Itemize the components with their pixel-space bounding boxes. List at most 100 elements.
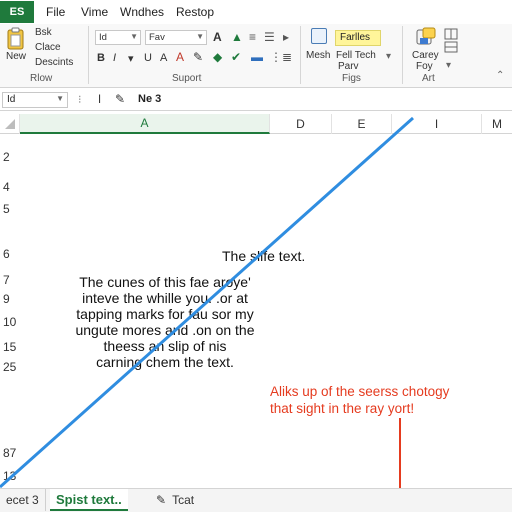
row-header[interactable]: 7 <box>0 273 20 287</box>
ribbon-separator <box>402 26 403 84</box>
mini-a-icon[interactable]: A <box>160 52 167 64</box>
ribbon-separator <box>300 26 301 84</box>
farlles-button[interactable]: Farlles <box>335 30 381 46</box>
name-box-value: Id <box>7 94 16 105</box>
menu-restop[interactable]: Restop <box>176 5 214 19</box>
font-name-value: Fav <box>149 32 165 43</box>
column-header-m[interactable]: M <box>482 114 512 134</box>
formula-pipe-icon[interactable]: ǀ <box>98 92 101 106</box>
font-style-value: Id <box>99 32 107 43</box>
sheet-tab-1[interactable]: ecet 3 <box>0 489 46 511</box>
app-badge: ES <box>0 1 34 23</box>
font-group-label: Suport <box>172 73 202 84</box>
indent-icon[interactable]: ≡ <box>249 30 256 44</box>
clipboard-icon <box>7 27 24 50</box>
chevron-down-icon: ▼ <box>130 32 138 41</box>
chevron-down-icon: ▼ <box>196 32 204 41</box>
fill-color-icon[interactable]: ◆ <box>213 50 222 64</box>
formula-edit-icon[interactable]: ✎ <box>115 92 125 106</box>
paragraph-line: ungute mores and .on on the <box>75 322 255 338</box>
paragraph-line: carning chem the text. <box>96 354 234 370</box>
annotation-text: Aliks up of the seerss chotogy that sigh… <box>270 383 500 417</box>
ribbon: New Bsk Clace Descints Rlow Id ▼ Fav ▼ A ▲… <box>0 24 512 88</box>
collapse-ribbon-icon[interactable]: ⌃ <box>496 70 504 81</box>
wrap-icon[interactable]: ⋮ <box>270 50 282 64</box>
italic-icon[interactable]: I <box>113 52 116 64</box>
fell-tech-button[interactable]: Fell Tech <box>336 50 376 61</box>
formula-input[interactable]: Ne 3 <box>138 93 161 105</box>
row-header[interactable]: 15 <box>0 340 20 354</box>
row-header[interactable]: 10 <box>0 315 20 329</box>
chevron-down-icon[interactable]: ▾ <box>446 60 451 71</box>
row-header[interactable]: 5 <box>0 202 20 216</box>
row-header[interactable]: 87 <box>0 446 20 460</box>
menu-view[interactable]: Vime <box>81 5 108 19</box>
list-icon[interactable]: ≣ <box>282 50 292 64</box>
sheet-grid[interactable]: The sllfe text. The cunes of this fae ar… <box>20 134 512 490</box>
name-box[interactable]: Id ▼ <box>2 92 68 108</box>
cell-side-text[interactable]: The sllfe text. <box>222 248 305 264</box>
column-header-e[interactable]: E <box>332 114 392 134</box>
carey-button[interactable]: Carey <box>412 50 439 61</box>
column-headers: A D E I M <box>0 114 512 134</box>
more-icon[interactable]: ▸ <box>283 30 289 44</box>
art-group-label: Art <box>422 73 435 84</box>
row-header[interactable]: 6 <box>0 247 20 261</box>
foy-button[interactable]: Foy <box>416 61 433 72</box>
mesh-button[interactable]: Mesh <box>306 50 330 61</box>
menu-windows[interactable]: Wndhes <box>120 5 164 19</box>
clipboard-group-label: Rlow <box>30 73 53 84</box>
align-icon[interactable]: ☰ <box>264 30 275 44</box>
bold-icon[interactable]: B <box>97 52 105 64</box>
row-header[interactable]: 2 <box>0 150 20 164</box>
pencil-icon: ✎ <box>156 493 167 507</box>
ribbon-separator <box>88 26 89 84</box>
check-icon[interactable]: ✔ <box>231 50 241 64</box>
row-header[interactable]: 4 <box>0 180 20 194</box>
dropdown-icon[interactable]: ▾ <box>128 52 134 65</box>
underline-icon[interactable]: U <box>144 52 152 64</box>
border-icon[interactable]: ▬ <box>251 50 263 64</box>
parv-button[interactable]: Parv <box>338 61 359 72</box>
font-color-a-icon[interactable]: A <box>213 30 222 44</box>
menu-file[interactable]: File <box>46 5 65 19</box>
separator-dots-icon: ⁝ <box>78 94 82 106</box>
chevron-down-icon: ▼ <box>56 94 64 103</box>
paragraph-line: theess an slip of nis <box>103 338 227 354</box>
annotation-line: Aliks up of the seerss chotogy <box>270 384 450 399</box>
brush-icon[interactable]: ✎ <box>193 50 203 64</box>
cell-paragraph[interactable]: The cunes of this fae aroye' inteve the … <box>50 274 280 370</box>
formula-bar: Id ▼ ⁝ ǀ ✎ Ne 3 <box>0 89 512 111</box>
new-label: New <box>6 51 27 62</box>
column-header-d[interactable]: D <box>270 114 332 134</box>
sheet-tab-3[interactable]: ✎ Tcat <box>150 489 200 511</box>
paragraph-line: The cunes of this fae aroye' <box>79 274 251 290</box>
row-header[interactable]: 25 <box>0 360 20 374</box>
fill-icon[interactable]: ▲ <box>231 30 243 44</box>
column-header-i[interactable]: I <box>392 114 482 134</box>
copy-item[interactable]: Clace <box>35 42 61 53</box>
paragraph-line: tapping marks for fau sor my <box>76 306 254 322</box>
font-name-select[interactable]: Fav ▼ <box>145 30 207 45</box>
column-header-a[interactable]: A <box>20 114 270 134</box>
sheet-tab-bar: ecet 3 Spist text.. ✎ Tcat <box>0 488 512 512</box>
font-color-icon[interactable]: A <box>176 50 184 64</box>
grid-icon[interactable] <box>444 28 458 54</box>
row-header[interactable]: 13 <box>0 469 20 483</box>
figs-group-label: Figs <box>342 73 361 84</box>
row-header[interactable]: 9 <box>0 292 20 306</box>
sheet-tab-active[interactable]: Spist text.. <box>50 489 128 511</box>
menu-bar: ES File Vime Wndhes Restop <box>0 0 512 24</box>
annotation-line: that sight in the ray yort! <box>270 401 415 416</box>
sheet-tab-3-label: Tcat <box>172 493 195 507</box>
chevron-down-icon[interactable]: ▾ <box>386 51 391 62</box>
select-all-corner[interactable] <box>0 114 20 134</box>
mesh-icon[interactable] <box>311 28 327 44</box>
cut-item[interactable]: Bsk <box>35 27 52 38</box>
art-icon[interactable] <box>415 26 437 48</box>
paste-button[interactable]: New <box>4 27 28 71</box>
font-style-select[interactable]: Id ▼ <box>95 30 141 45</box>
paragraph-line: inteve the whille you. .or at <box>82 290 248 306</box>
format-painter-item[interactable]: Descints <box>35 57 73 68</box>
row-headers: 2 4 5 6 7 9 10 15 25 87 13 <box>0 134 20 490</box>
